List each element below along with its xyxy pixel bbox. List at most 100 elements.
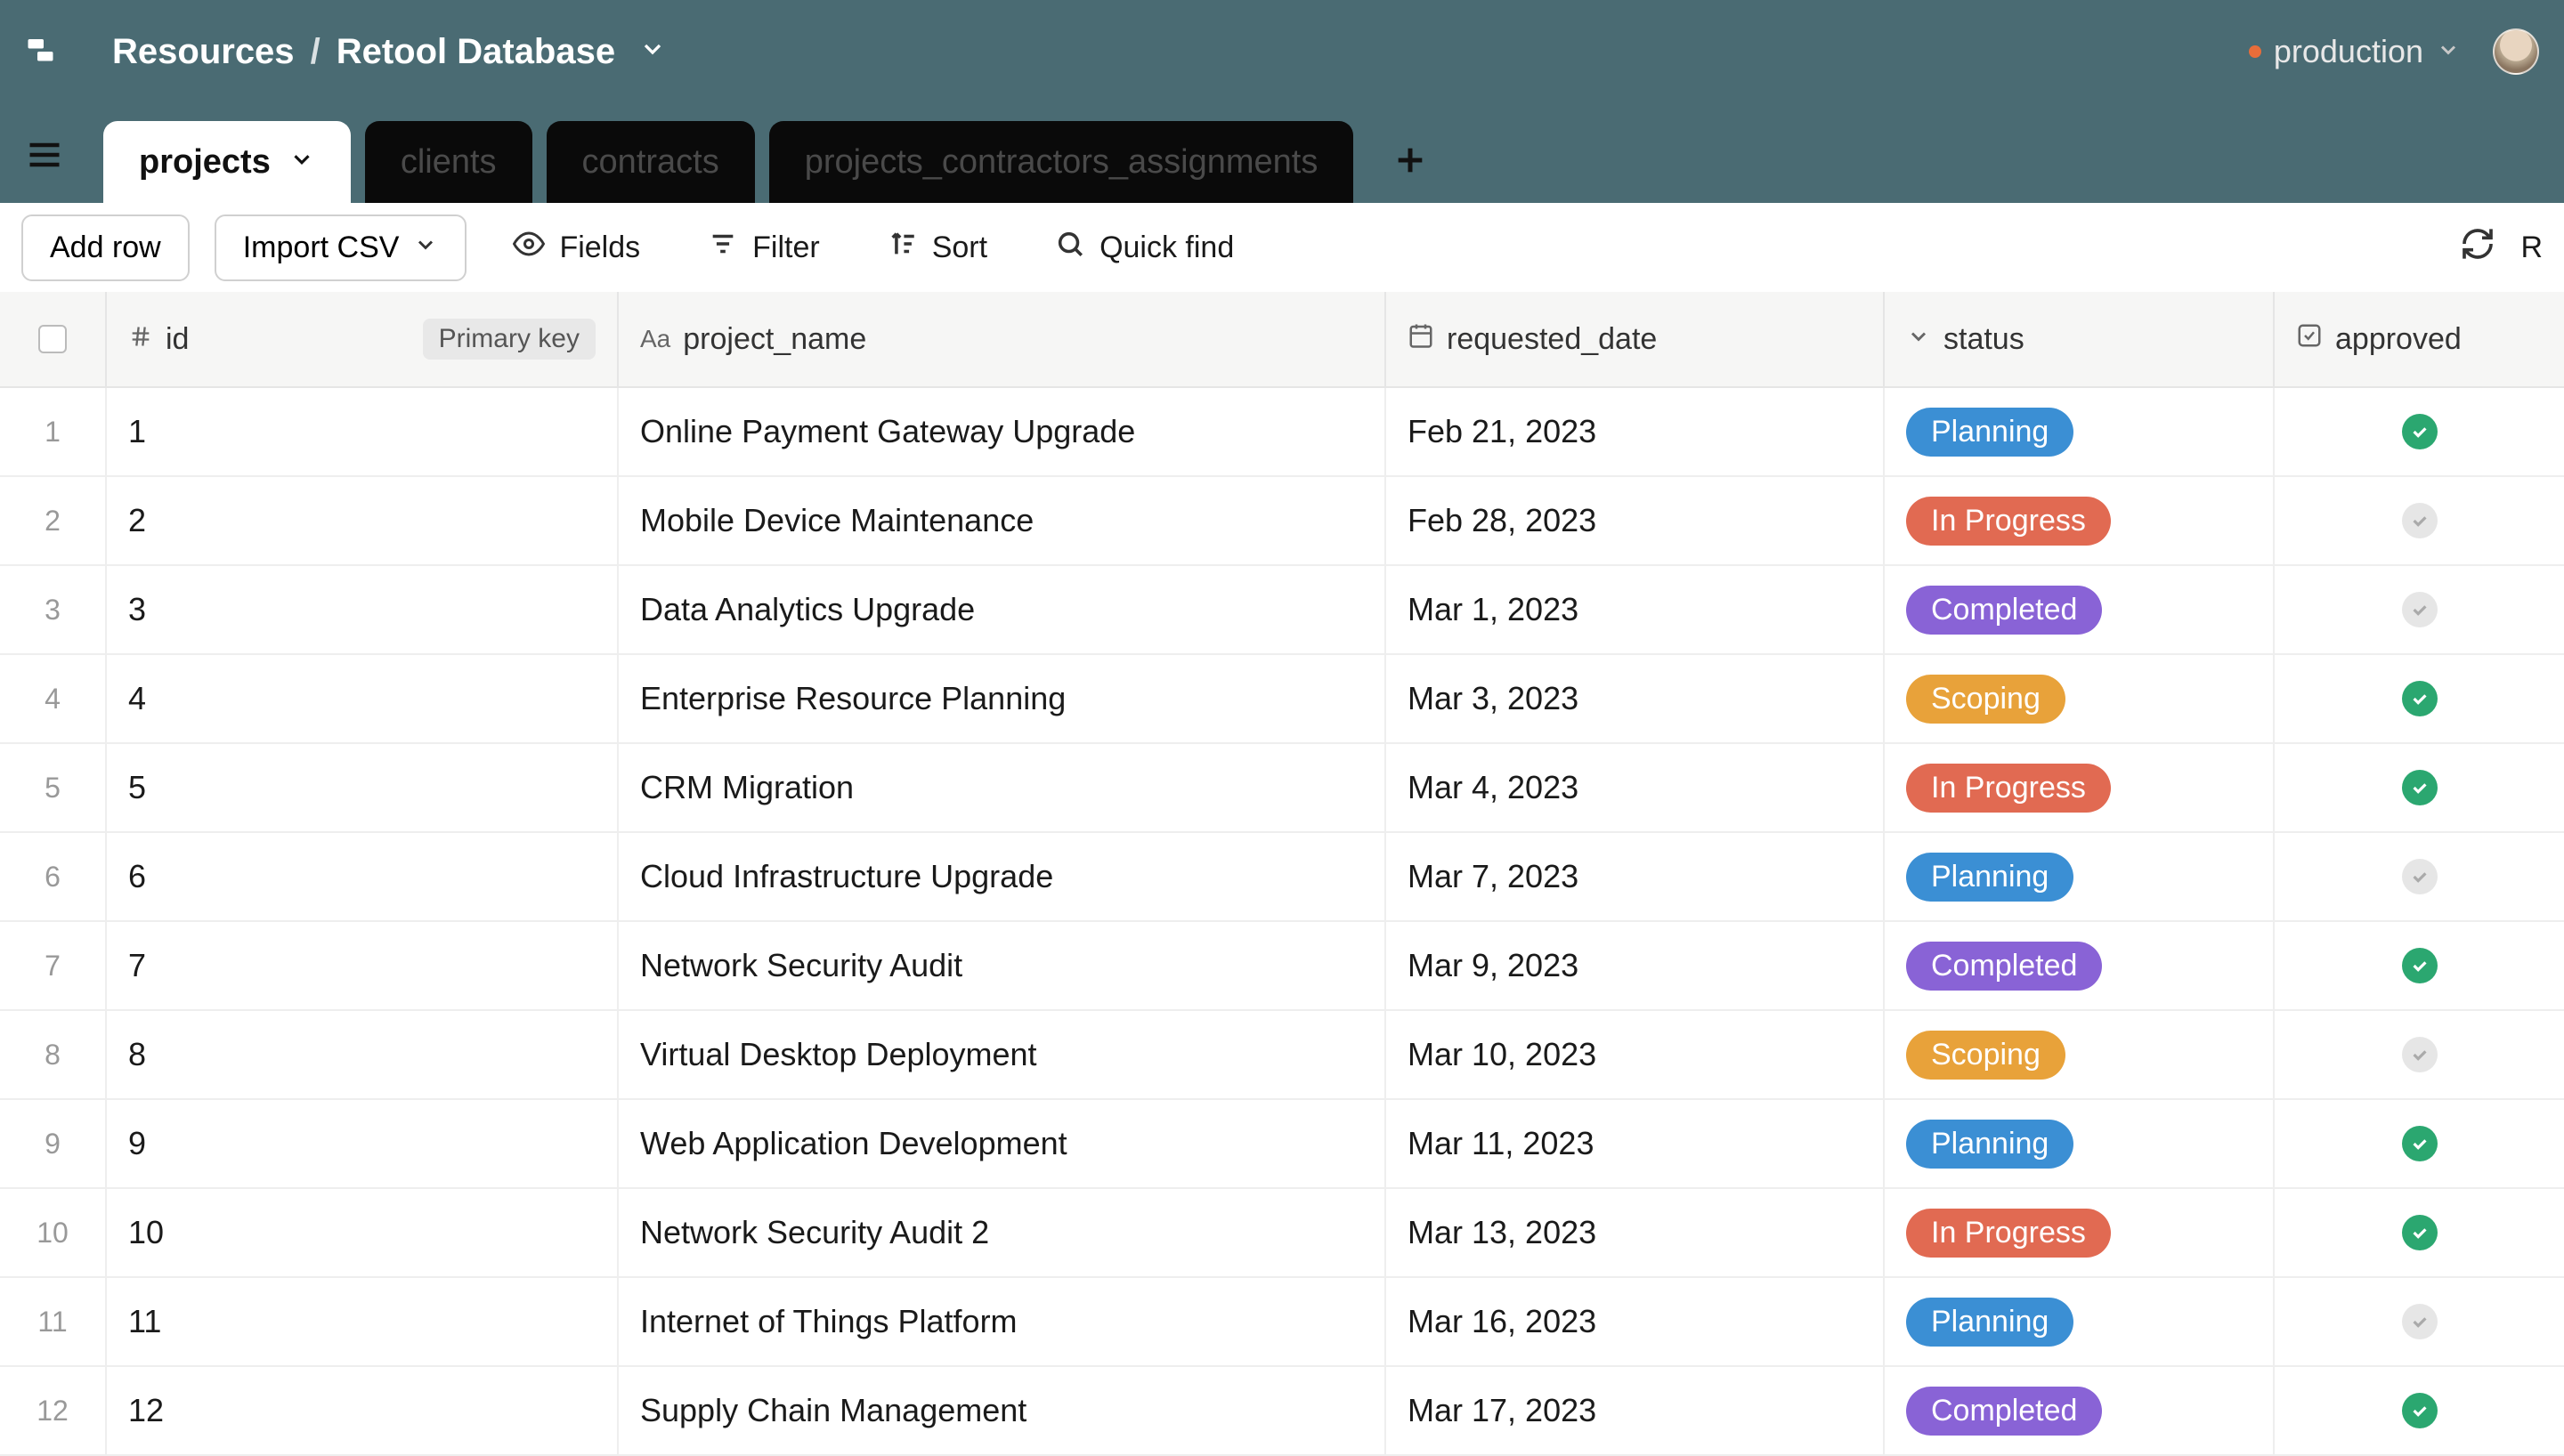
cell-id[interactable]: 7 xyxy=(107,922,619,1009)
refresh-label-partial[interactable]: R xyxy=(2520,231,2543,265)
cell-requested-date[interactable]: Mar 7, 2023 xyxy=(1386,833,1885,920)
cell-status[interactable]: Planning xyxy=(1885,1278,2275,1365)
cell-approved[interactable] xyxy=(2275,655,2564,742)
table-row[interactable]: 44Enterprise Resource PlanningMar 3, 202… xyxy=(0,655,2564,744)
app-logo-icon[interactable] xyxy=(25,33,62,70)
refresh-icon[interactable] xyxy=(2460,226,2495,269)
cell-id[interactable]: 12 xyxy=(107,1367,619,1454)
column-header-project-name[interactable]: Aa project_name xyxy=(619,292,1386,386)
cell-status[interactable]: Completed xyxy=(1885,922,2275,1009)
cell-status[interactable]: Completed xyxy=(1885,566,2275,653)
cell-approved[interactable] xyxy=(2275,833,2564,920)
cell-approved[interactable] xyxy=(2275,1189,2564,1276)
table-row[interactable]: 1010Network Security Audit 2Mar 13, 2023… xyxy=(0,1189,2564,1278)
add-row-button[interactable]: Add row xyxy=(21,214,190,281)
table-row[interactable]: 66Cloud Infrastructure UpgradeMar 7, 202… xyxy=(0,833,2564,922)
cell-requested-date[interactable]: Mar 16, 2023 xyxy=(1386,1278,1885,1365)
cell-requested-date[interactable]: Feb 28, 2023 xyxy=(1386,477,1885,564)
chevron-down-icon[interactable] xyxy=(638,32,667,72)
cell-status[interactable]: Planning xyxy=(1885,1100,2275,1187)
cell-requested-date[interactable]: Feb 21, 2023 xyxy=(1386,388,1885,475)
cell-approved[interactable] xyxy=(2275,388,2564,475)
cell-status[interactable]: In Progress xyxy=(1885,477,2275,564)
breadcrumb-current[interactable]: Retool Database xyxy=(337,32,615,72)
cell-id[interactable]: 10 xyxy=(107,1189,619,1276)
cell-approved[interactable] xyxy=(2275,1278,2564,1365)
table-row[interactable]: 1212Supply Chain ManagementMar 17, 2023C… xyxy=(0,1367,2564,1456)
cell-status[interactable]: Completed xyxy=(1885,1367,2275,1454)
cell-requested-date[interactable]: Mar 13, 2023 xyxy=(1386,1189,1885,1276)
cell-id[interactable]: 3 xyxy=(107,566,619,653)
cell-id[interactable]: 2 xyxy=(107,477,619,564)
quick-find-button[interactable]: Quick find xyxy=(1034,229,1255,267)
cell-status[interactable]: Scoping xyxy=(1885,1011,2275,1098)
import-csv-button[interactable]: Import CSV xyxy=(215,214,467,281)
cell-project-name[interactable]: Web Application Development xyxy=(619,1100,1386,1187)
cell-approved[interactable] xyxy=(2275,744,2564,831)
table-row[interactable]: 11Online Payment Gateway UpgradeFeb 21, … xyxy=(0,388,2564,477)
cell-approved[interactable] xyxy=(2275,922,2564,1009)
filter-button[interactable]: Filter xyxy=(686,229,841,267)
cell-requested-date[interactable]: Mar 9, 2023 xyxy=(1386,922,1885,1009)
tab-clients[interactable]: clients xyxy=(365,121,532,203)
hamburger-menu-icon[interactable] xyxy=(25,135,64,182)
table-row[interactable]: 88Virtual Desktop DeploymentMar 10, 2023… xyxy=(0,1011,2564,1100)
cell-id[interactable]: 6 xyxy=(107,833,619,920)
row-number: 9 xyxy=(0,1100,107,1187)
approved-check-icon xyxy=(2402,1393,2438,1428)
table-row[interactable]: 55CRM MigrationMar 4, 2023In Progress xyxy=(0,744,2564,833)
cell-requested-date[interactable]: Mar 17, 2023 xyxy=(1386,1367,1885,1454)
cell-id[interactable]: 11 xyxy=(107,1278,619,1365)
table-row[interactable]: 33Data Analytics UpgradeMar 1, 2023Compl… xyxy=(0,566,2564,655)
cell-requested-date[interactable]: Mar 11, 2023 xyxy=(1386,1100,1885,1187)
cell-approved[interactable] xyxy=(2275,1367,2564,1454)
table-row[interactable]: 22Mobile Device MaintenanceFeb 28, 2023I… xyxy=(0,477,2564,566)
select-all-checkbox[interactable] xyxy=(38,325,67,353)
column-header-status[interactable]: status xyxy=(1885,292,2275,386)
sort-button[interactable]: Sort xyxy=(866,229,1009,267)
cell-project-name[interactable]: Cloud Infrastructure Upgrade xyxy=(619,833,1386,920)
cell-project-name[interactable]: CRM Migration xyxy=(619,744,1386,831)
cell-id[interactable]: 9 xyxy=(107,1100,619,1187)
column-header-requested-date[interactable]: requested_date xyxy=(1386,292,1885,386)
cell-requested-date[interactable]: Mar 4, 2023 xyxy=(1386,744,1885,831)
cell-project-name[interactable]: Mobile Device Maintenance xyxy=(619,477,1386,564)
cell-requested-date[interactable]: Mar 10, 2023 xyxy=(1386,1011,1885,1098)
cell-id[interactable]: 8 xyxy=(107,1011,619,1098)
cell-project-name[interactable]: Internet of Things Platform xyxy=(619,1278,1386,1365)
cell-status[interactable]: In Progress xyxy=(1885,744,2275,831)
cell-project-name[interactable]: Virtual Desktop Deployment xyxy=(619,1011,1386,1098)
cell-approved[interactable] xyxy=(2275,1011,2564,1098)
cell-status[interactable]: Scoping xyxy=(1885,655,2275,742)
cell-id[interactable]: 4 xyxy=(107,655,619,742)
environment-selector[interactable]: production xyxy=(2249,33,2461,70)
tab-contracts[interactable]: contracts xyxy=(547,121,755,203)
column-header-id[interactable]: id Primary key xyxy=(107,292,619,386)
tab-projects[interactable]: projects xyxy=(103,121,351,203)
cell-status[interactable]: In Progress xyxy=(1885,1189,2275,1276)
cell-project-name[interactable]: Enterprise Resource Planning xyxy=(619,655,1386,742)
cell-status[interactable]: Planning xyxy=(1885,388,2275,475)
cell-approved[interactable] xyxy=(2275,566,2564,653)
tab-projects_contractors_assignments[interactable]: projects_contractors_assignments xyxy=(769,121,1354,203)
cell-status[interactable]: Planning xyxy=(1885,833,2275,920)
cell-project-name[interactable]: Network Security Audit xyxy=(619,922,1386,1009)
add-tab-button[interactable] xyxy=(1392,142,1428,185)
breadcrumb-root[interactable]: Resources xyxy=(112,32,295,72)
table-row[interactable]: 1111Internet of Things PlatformMar 16, 2… xyxy=(0,1278,2564,1367)
cell-project-name[interactable]: Online Payment Gateway Upgrade xyxy=(619,388,1386,475)
cell-requested-date[interactable]: Mar 3, 2023 xyxy=(1386,655,1885,742)
cell-requested-date[interactable]: Mar 1, 2023 xyxy=(1386,566,1885,653)
cell-id[interactable]: 5 xyxy=(107,744,619,831)
fields-button[interactable]: Fields xyxy=(491,228,661,268)
cell-project-name[interactable]: Data Analytics Upgrade xyxy=(619,566,1386,653)
table-row[interactable]: 99Web Application DevelopmentMar 11, 202… xyxy=(0,1100,2564,1189)
avatar[interactable] xyxy=(2493,28,2539,75)
column-header-approved[interactable]: approved xyxy=(2275,292,2564,386)
cell-project-name[interactable]: Network Security Audit 2 xyxy=(619,1189,1386,1276)
cell-approved[interactable] xyxy=(2275,1100,2564,1187)
table-row[interactable]: 77Network Security AuditMar 9, 2023Compl… xyxy=(0,922,2564,1011)
cell-id[interactable]: 1 xyxy=(107,388,619,475)
cell-approved[interactable] xyxy=(2275,477,2564,564)
cell-project-name[interactable]: Supply Chain Management xyxy=(619,1367,1386,1454)
